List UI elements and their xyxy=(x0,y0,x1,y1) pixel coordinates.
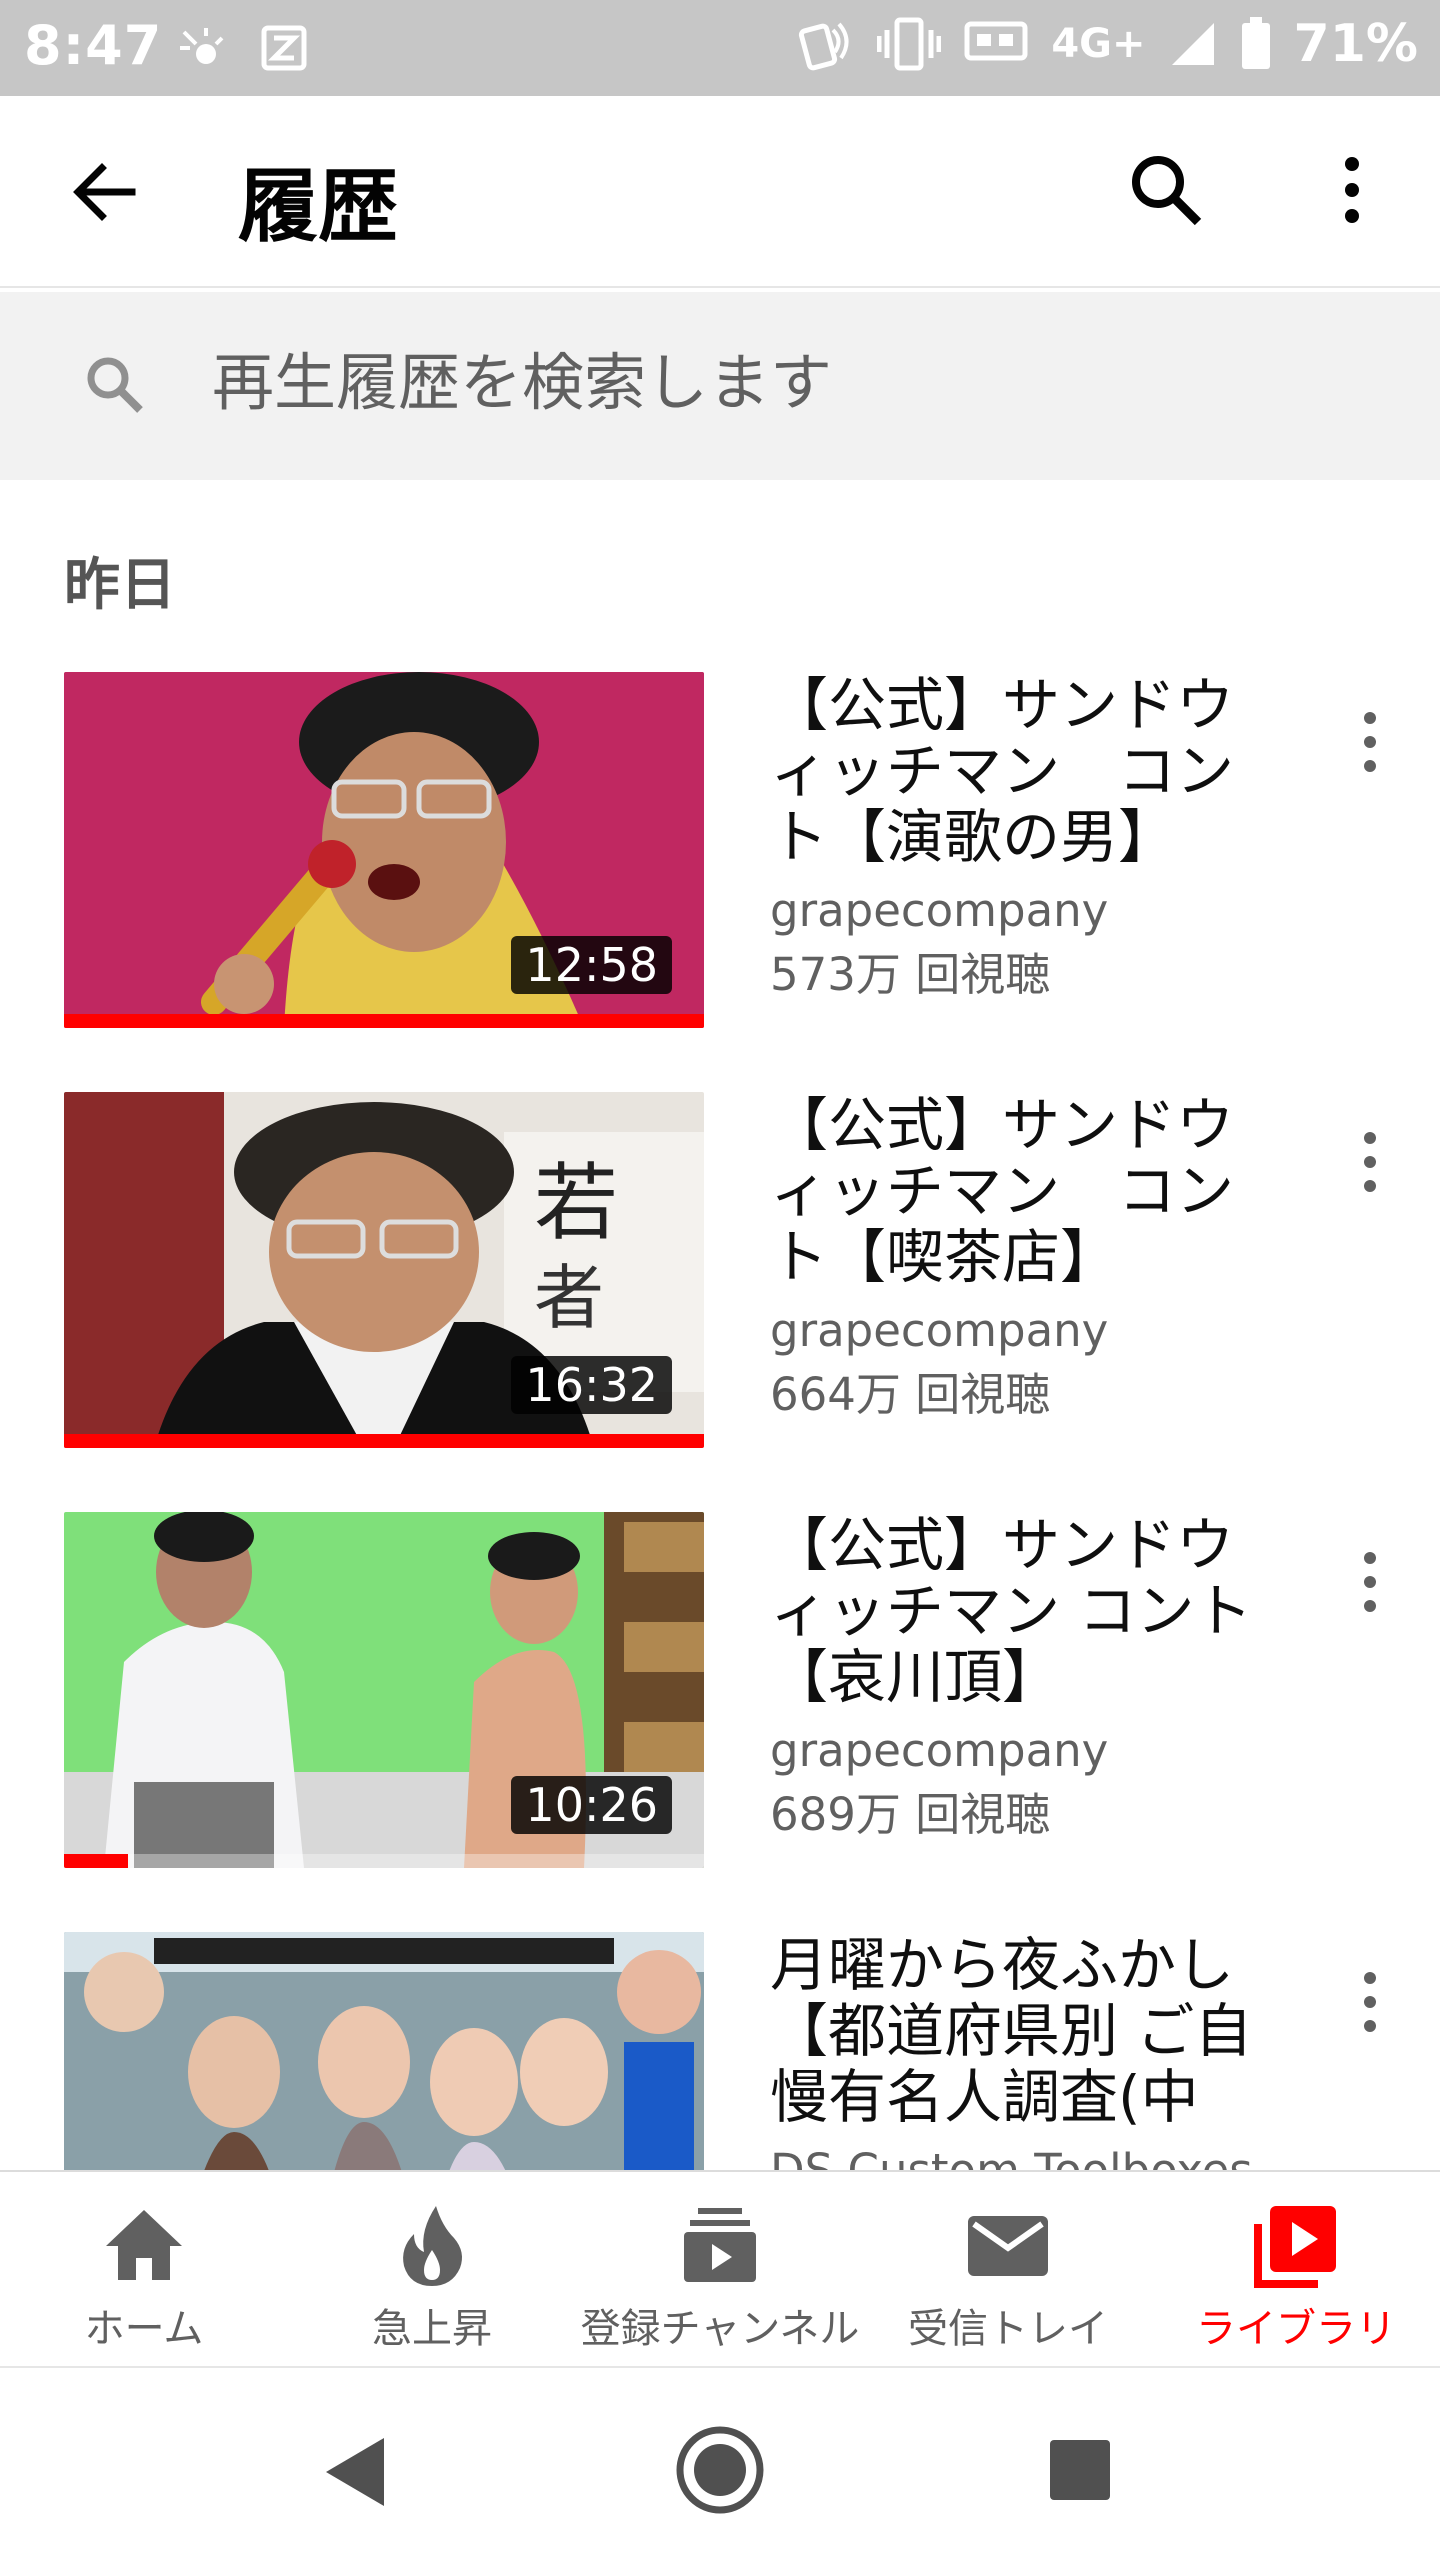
item-more-button[interactable] xyxy=(1340,700,1400,790)
list-item[interactable]: 12:58 【公式】サンドウィッチマン コント【演歌の男】 grapecompa… xyxy=(0,672,1440,1032)
video-title[interactable]: 月曜から夜ふかし【都道府県別 ご自慢有名人調査(中部… xyxy=(770,1932,1290,2130)
vibrate-icon xyxy=(877,17,942,71)
watch-progress-fill xyxy=(64,1014,704,1028)
history-search-bar xyxy=(0,292,1440,480)
list-item[interactable]: 若 者 16:32 【公式】サンドウィッチマン コント【喫茶店】 grapeco… xyxy=(0,1092,1440,1452)
watch-progress xyxy=(64,1854,704,1868)
system-recents-icon[interactable] xyxy=(1048,2438,1112,2502)
video-views: 689万 回視聴 xyxy=(770,1788,1051,1841)
notification-app-icon xyxy=(261,25,307,71)
thumbnail-image xyxy=(64,1932,704,2170)
list-item[interactable]: 月曜から夜ふかし【都道府県別 ご自慢有名人調査(中部… DS Custom To… xyxy=(0,1932,1440,2170)
svg-text:若: 若 xyxy=(534,1154,618,1252)
status-time: 8:47 xyxy=(24,14,163,77)
more-vert-icon xyxy=(1345,157,1359,223)
app-bar: 履歴 xyxy=(0,96,1440,288)
back-button[interactable] xyxy=(62,150,146,234)
video-duration: 12:58 xyxy=(511,936,672,994)
bottom-navigation: ホーム 急上昇 登録チャンネル 受信トレイ ライブラリ xyxy=(0,2170,1440,2364)
nav-home[interactable]: ホーム xyxy=(0,2172,288,2364)
nav-inbox[interactable]: 受信トレイ xyxy=(864,2172,1152,2364)
video-views: 573万 回視聴 xyxy=(770,948,1051,1001)
list-item[interactable]: 10:26 【公式】サンドウィッチマン コント【哀川頂】 grapecompan… xyxy=(0,1512,1440,1872)
inbox-mail-icon xyxy=(968,2216,1048,2276)
watch-progress xyxy=(64,1014,704,1028)
video-duration: 16:32 xyxy=(511,1356,672,1414)
more-vert-icon xyxy=(1364,1552,1376,1612)
history-search-input[interactable] xyxy=(212,332,1372,432)
system-navigation-bar xyxy=(0,2366,1440,2560)
system-home-icon[interactable] xyxy=(674,2424,766,2516)
battery-icon xyxy=(1241,17,1270,69)
home-icon xyxy=(106,2210,182,2280)
page-title: 履歴 xyxy=(238,160,398,253)
video-thumbnail[interactable] xyxy=(64,1932,704,2170)
status-bar: 8:47 4G+ 71% xyxy=(0,0,1440,96)
system-back-icon[interactable] xyxy=(318,2432,398,2512)
more-vert-icon xyxy=(1364,1972,1376,2032)
subscriptions-icon xyxy=(684,2208,756,2282)
cast-icon xyxy=(964,21,1028,61)
arrow-back-icon xyxy=(73,163,136,221)
watch-progress-fill xyxy=(64,1434,704,1448)
video-thumbnail[interactable]: 12:58 xyxy=(64,672,704,1028)
item-more-button[interactable] xyxy=(1340,1120,1400,1210)
weather-icon xyxy=(180,28,224,64)
item-more-button[interactable] xyxy=(1340,1540,1400,1630)
more-vert-icon xyxy=(1364,1132,1376,1192)
video-views: 664万 回視聴 xyxy=(770,1368,1051,1421)
more-vert-icon xyxy=(1364,712,1376,772)
nav-label: 受信トレイ xyxy=(908,2306,1108,2352)
nav-label: 登録チャンネル xyxy=(580,2306,860,2352)
video-thumbnail[interactable]: 10:26 xyxy=(64,1512,704,1868)
nav-subscriptions[interactable]: 登録チャンネル xyxy=(576,2172,864,2364)
svg-text:者: 者 xyxy=(534,1257,604,1339)
library-icon xyxy=(1254,2206,1336,2288)
video-channel: grapecompany xyxy=(770,884,1109,937)
item-more-button[interactable] xyxy=(1340,1960,1400,2050)
signal-icon xyxy=(1171,23,1214,65)
nav-label: ホーム xyxy=(84,2306,204,2352)
video-duration: 10:26 xyxy=(511,1776,672,1834)
nfc-icon xyxy=(799,22,849,71)
nav-label: 急上昇 xyxy=(372,2306,492,2352)
nav-library[interactable]: ライブラリ xyxy=(1152,2172,1440,2364)
video-channel: grapecompany xyxy=(770,1724,1109,1777)
watch-progress xyxy=(64,1434,704,1448)
battery-percent: 71% xyxy=(1293,14,1418,74)
search-button[interactable] xyxy=(1124,148,1208,232)
trending-flame-icon xyxy=(403,2206,462,2286)
video-title[interactable]: 【公式】サンドウィッチマン コント【哀川頂】 xyxy=(770,1512,1290,1710)
video-channel: grapecompany xyxy=(770,1304,1109,1357)
section-heading: 昨日 xyxy=(64,553,176,618)
network-type: 4G+ xyxy=(1051,21,1146,67)
search-icon xyxy=(87,357,143,413)
nav-trending[interactable]: 急上昇 xyxy=(288,2172,576,2364)
nav-label: ライブラリ xyxy=(1196,2306,1396,2352)
video-thumbnail[interactable]: 若 者 16:32 xyxy=(64,1092,704,1448)
more-options-button[interactable] xyxy=(1310,148,1394,232)
video-channel: DS Custom Toolboxes xyxy=(770,2144,1253,2170)
video-title[interactable]: 【公式】サンドウィッチマン コント【喫茶店】 xyxy=(770,1092,1290,1290)
watch-progress-fill xyxy=(64,1854,128,1868)
search-icon xyxy=(1132,156,1202,226)
video-title[interactable]: 【公式】サンドウィッチマン コント【演歌の男】 xyxy=(770,672,1290,870)
